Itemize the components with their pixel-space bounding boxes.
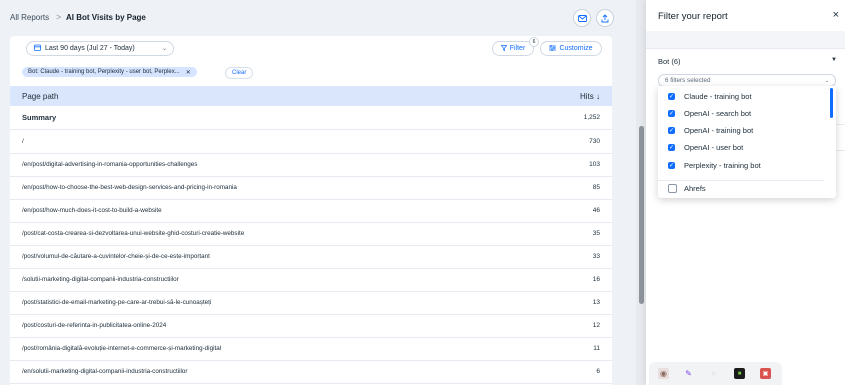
filter-panel: Filter your report × Bot (6) ▼ 6 filters…	[646, 0, 845, 385]
bot-options-dropdown: ✓ Claude - training bot ✓ OpenAI - searc…	[658, 86, 836, 198]
option-label: OpenAI - search bot	[684, 109, 752, 118]
page-path-cell: /post/costuri-de-referinta-in-publicitat…	[22, 322, 167, 329]
page-path-cell: /en/solutii-marketing-digital-companii-i…	[22, 368, 188, 375]
hits-cell: 35	[592, 230, 600, 237]
table-header: Page path Hits ↓	[10, 86, 612, 106]
option-label: Ahrefs	[684, 184, 706, 193]
page-path-cell: /en/post/digital-advertising-in-romania-…	[22, 161, 198, 168]
filter-button[interactable]: Filter	[492, 41, 534, 56]
column-header-hits[interactable]: Hits ↓	[580, 92, 600, 101]
bot-filter-label[interactable]: Bot (6)	[658, 57, 681, 66]
page-scrollbar-thumb[interactable]	[639, 126, 644, 304]
panel-header-divider	[646, 31, 845, 49]
table-row[interactable]: /post/românia-digitală-evoluție-internet…	[10, 337, 612, 361]
clear-filters-button[interactable]: Clear	[225, 67, 254, 79]
table-row[interactable]: /solutii-marketing-digital-companii-indu…	[10, 268, 612, 292]
page-path-cell: /	[22, 138, 24, 145]
pen-icon[interactable]: ✎	[683, 368, 694, 379]
calendar-icon	[34, 44, 41, 53]
summary-row: Summary 1,252	[10, 106, 612, 130]
mail-icon[interactable]	[573, 9, 591, 27]
option-openai-user-bot[interactable]: ✓ OpenAI - user bot	[658, 139, 836, 156]
page-path-cell: /solutii-marketing-digital-companii-indu…	[22, 276, 179, 283]
page-path-cell: /post/statistici-de-email-marketing-pe-c…	[22, 299, 212, 306]
checkbox-unchecked[interactable]	[668, 184, 677, 193]
table-row[interactable]: /post/cat-costa-crearea-si-dezvoltarea-u…	[10, 222, 612, 246]
customize-label: Customize	[559, 45, 593, 52]
checkbox-checked[interactable]: ✓	[668, 110, 675, 117]
checkbox-checked[interactable]: ✓	[668, 162, 675, 169]
option-label: OpenAI - training bot	[684, 126, 754, 135]
multiselect-summary: 6 filters selected	[665, 77, 711, 84]
table-row[interactable]: /post/statistici-de-email-marketing-pe-c…	[10, 291, 612, 315]
option-label: OpenAI - user bot	[684, 143, 744, 152]
breadcrumb-all-reports[interactable]: All Reports	[10, 13, 49, 22]
hits-cell: 16	[592, 276, 600, 283]
record-icon[interactable]: ▣	[760, 368, 771, 379]
filter-count-badge: 6	[529, 37, 539, 47]
filter-icon	[500, 44, 508, 53]
option-openai-training-bot[interactable]: ✓ OpenAI - training bot	[658, 122, 836, 139]
table-row[interactable]: /post/volumul-de-căutare-a-cuvintelor-ch…	[10, 245, 612, 269]
option-ahrefs[interactable]: Ahrefs	[658, 180, 836, 197]
option-label: Perplexity - training bot	[684, 161, 761, 170]
hits-cell: 730	[589, 138, 600, 145]
chevron-down-icon: ⌄	[161, 46, 167, 52]
table-row[interactable]: / 730	[10, 130, 612, 154]
hits-cell: 12	[592, 322, 600, 329]
date-range-select[interactable]: Last 90 days (Jul 27 - Today) ⌄	[26, 41, 174, 56]
hits-cell: 46	[592, 207, 600, 214]
chevron-down-icon: ⌄	[824, 77, 829, 84]
hits-cell: 11	[593, 345, 600, 352]
column-header-page-path[interactable]: Page path	[22, 92, 58, 101]
circle-icon[interactable]: ○	[708, 368, 719, 379]
checkbox-checked[interactable]: ✓	[668, 144, 675, 151]
page-path-cell: /en/post/how-to-choose-the-best-web-desi…	[22, 184, 237, 191]
table-row[interactable]: /en/post/how-to-choose-the-best-web-desi…	[10, 176, 612, 200]
option-perplexity-training-bot[interactable]: ✓ Perplexity - training bot	[658, 157, 836, 174]
page-path-cell: /post/românia-digitală-evoluție-internet…	[22, 345, 222, 352]
hits-cell: 85	[592, 184, 600, 191]
share-icon[interactable]	[596, 9, 614, 27]
checkbox-checked[interactable]: ✓	[668, 127, 675, 134]
option-label: Claude - training bot	[684, 92, 752, 101]
page-path-cell: /en/post/how-much-does-it-cost-to-build-…	[22, 207, 162, 214]
hits-cell: 103	[589, 161, 600, 168]
filter-label: Filter	[509, 45, 526, 52]
table-row[interactable]: /en/post/digital-advertising-in-romania-…	[10, 153, 612, 177]
option-claude-training-bot[interactable]: ✓ Claude - training bot	[658, 88, 836, 105]
customize-icon	[549, 44, 557, 53]
filter-panel-title: Filter your report	[658, 11, 728, 22]
customize-button[interactable]: Customize	[540, 41, 602, 56]
nvidia-icon[interactable]: ■	[734, 368, 745, 379]
table-row[interactable]: /post/costuri-de-referinta-in-publicitat…	[10, 314, 612, 338]
table-row[interactable]: /en/post/how-much-does-it-cost-to-build-…	[10, 199, 612, 223]
active-filter-label: Bot: Claude - training bot, Perplexity -…	[28, 69, 180, 75]
hits-cell: 33	[592, 253, 600, 260]
page-title: AI Bot Visits by Page	[66, 13, 146, 22]
extension-avatar-icon[interactable]: ◉	[658, 368, 669, 379]
breadcrumb-separator: >	[56, 12, 62, 22]
active-filter-chip[interactable]: Bot: Claude - training bot, Perplexity -…	[22, 67, 197, 77]
top-bar: All Reports > AI Bot Visits by Page	[0, 0, 636, 36]
caret-down-icon[interactable]: ▼	[831, 57, 837, 63]
option-openai-search-bot[interactable]: ✓ OpenAI - search bot	[658, 105, 836, 122]
checkbox-checked[interactable]: ✓	[668, 93, 675, 100]
summary-hits: 1,252	[583, 114, 600, 121]
report-card: Last 90 days (Jul 27 - Today) ⌄ Filter 6…	[10, 36, 612, 385]
remove-filter-icon[interactable]: ✕	[186, 69, 191, 76]
page-path-cell: /post/cat-costa-crearea-si-dezvoltarea-u…	[22, 230, 245, 237]
summary-label: Summary	[22, 113, 57, 122]
hits-cell: 13	[592, 299, 600, 306]
table-row[interactable]: /en/solutii-marketing-digital-companii-i…	[10, 360, 612, 384]
page-path-cell: /post/volumul-de-căutare-a-cuvintelor-ch…	[22, 253, 210, 260]
hits-cell: 6	[596, 368, 600, 375]
report-area: All Reports > AI Bot Visits by Page Last…	[0, 0, 636, 385]
close-icon[interactable]: ×	[833, 9, 839, 21]
date-range-label: Last 90 days (Jul 27 - Today)	[45, 45, 135, 52]
